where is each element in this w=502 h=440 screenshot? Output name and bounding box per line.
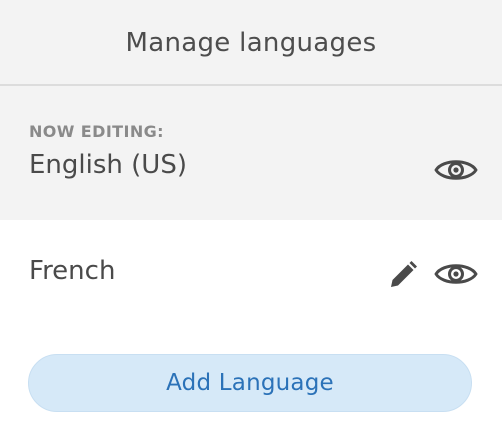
preview-language-button[interactable] [433,258,479,290]
current-language-name: English (US) [29,150,187,180]
eye-icon [434,264,478,284]
language-row-french: French [0,220,502,324]
current-language-row: NOW EDITING: English (US) [0,86,502,220]
panel-title: Manage languages [125,28,377,58]
manage-languages-panel: Manage languages NOW EDITING: English (U… [0,0,502,440]
preview-current-language-button[interactable] [433,154,479,186]
eye-icon [434,160,478,180]
add-language-button[interactable]: Add Language [28,354,472,412]
now-editing-caption: NOW EDITING: [29,122,164,141]
panel-header: Manage languages [0,0,502,86]
pencil-icon [391,261,417,287]
add-language-area: Add Language [0,324,502,440]
language-name: French [29,256,116,286]
edit-language-button[interactable] [386,258,420,292]
